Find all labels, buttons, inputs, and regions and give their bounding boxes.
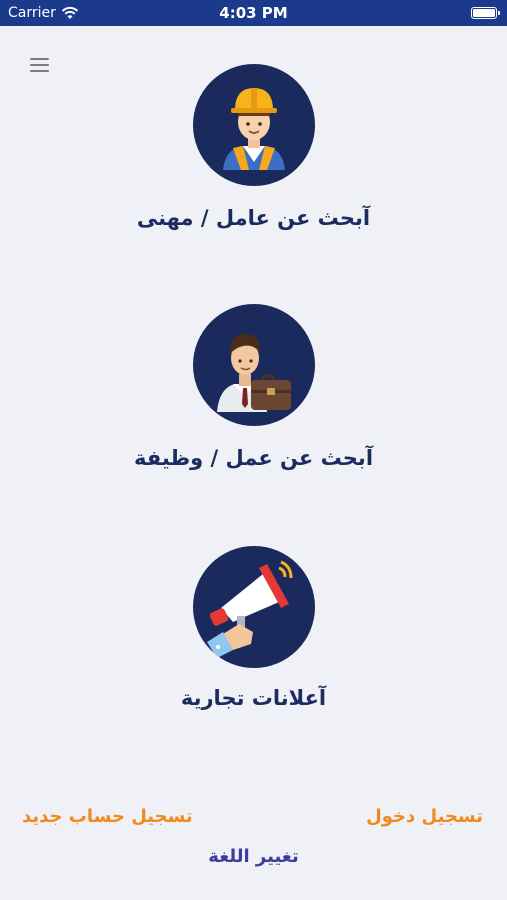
find-job-label: آبحث عن عمل / وظيفة	[133, 446, 374, 470]
register-link[interactable]: تسجيل حساب جديد	[22, 806, 193, 827]
construction-worker-icon	[192, 64, 315, 186]
clock: 4:03 PM	[219, 4, 288, 22]
commercial-ads-option[interactable]: آعلانات تجارية	[0, 546, 507, 710]
businessman-briefcase-icon	[192, 304, 315, 426]
change-language-link[interactable]: تغيير اللغة	[0, 846, 507, 867]
find-worker-label: آبحث عن عامل / مهنى	[136, 206, 371, 230]
login-link[interactable]: تسجيل دخول	[366, 806, 483, 827]
status-bar: Carrier 4:03 PM	[0, 0, 507, 26]
find-worker-option[interactable]: آبحث عن عامل / مهنى	[0, 64, 507, 230]
commercial-ads-label: آعلانات تجارية	[180, 686, 327, 710]
find-job-option[interactable]: آبحث عن عمل / وظيفة	[0, 304, 507, 470]
megaphone-icon	[192, 546, 315, 668]
battery-icon	[471, 7, 500, 19]
